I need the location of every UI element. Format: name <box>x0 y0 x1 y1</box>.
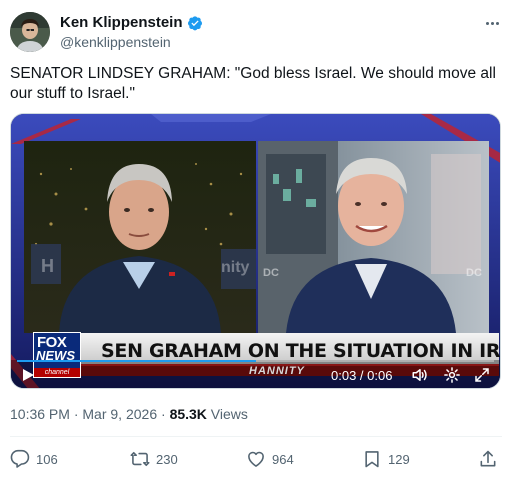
bookmark-button[interactable]: 129 <box>362 446 410 472</box>
tweet-actions: 106 230 964 129 <box>10 446 502 472</box>
author-name[interactable]: Ken Klippenstein <box>60 14 183 32</box>
meta-separator-2: · <box>157 406 170 422</box>
settings-gear-icon[interactable] <box>443 366 461 384</box>
views-count: 85.3K <box>169 406 207 422</box>
volume-icon[interactable] <box>411 366 429 384</box>
video-time: 0:03 / 0:06 <box>331 368 393 383</box>
video-player[interactable]: H nity DC DC FOX NEWS channel SEN GRAHAM… <box>10 113 501 389</box>
reply-count: 106 <box>36 451 58 467</box>
like-button[interactable]: 964 <box>246 446 294 472</box>
bookmark-icon <box>365 451 379 468</box>
bookmark-count: 129 <box>388 451 410 467</box>
tweet-meta: 10:36 PM · Mar 9, 2026 · 85.3K Views <box>10 406 248 422</box>
reply-button[interactable]: 106 <box>10 446 58 472</box>
reply-icon <box>10 449 30 468</box>
video-controls: 0:03 / 0:06 <box>11 358 500 388</box>
meta-separator: · <box>69 406 83 422</box>
share-button[interactable] <box>478 446 498 472</box>
progress-bar[interactable] <box>17 360 494 362</box>
tweet-text: SENATOR LINDSEY GRAHAM: "God bless Israe… <box>10 65 496 102</box>
tweet-date[interactable]: Mar 9, 2026 <box>82 406 157 422</box>
repost-count: 230 <box>156 451 178 467</box>
tweet-header: Ken Klippenstein @kenklippenstein <box>10 12 502 52</box>
repost-button[interactable]: 230 <box>130 446 178 472</box>
svg-text:nity: nity <box>221 259 250 276</box>
views-label: Views <box>206 406 248 422</box>
tweet-time[interactable]: 10:36 PM <box>10 406 70 422</box>
author-handle[interactable]: @kenklippenstein <box>60 33 203 51</box>
more-options-icon[interactable] <box>484 15 500 31</box>
repost-icon <box>130 451 150 467</box>
verified-badge-icon <box>187 15 203 31</box>
heart-icon <box>248 451 264 467</box>
fullscreen-icon[interactable] <box>473 366 491 384</box>
divider <box>10 436 502 437</box>
progress-fill <box>17 360 256 362</box>
play-icon[interactable] <box>21 368 35 382</box>
svg-text:DC: DC <box>263 267 279 279</box>
svg-text:H: H <box>41 256 54 276</box>
avatar[interactable] <box>10 12 50 52</box>
like-count: 964 <box>272 451 294 467</box>
name-block: Ken Klippenstein @kenklippenstein <box>60 14 203 51</box>
svg-text:DC: DC <box>466 267 482 279</box>
share-icon <box>480 450 496 467</box>
